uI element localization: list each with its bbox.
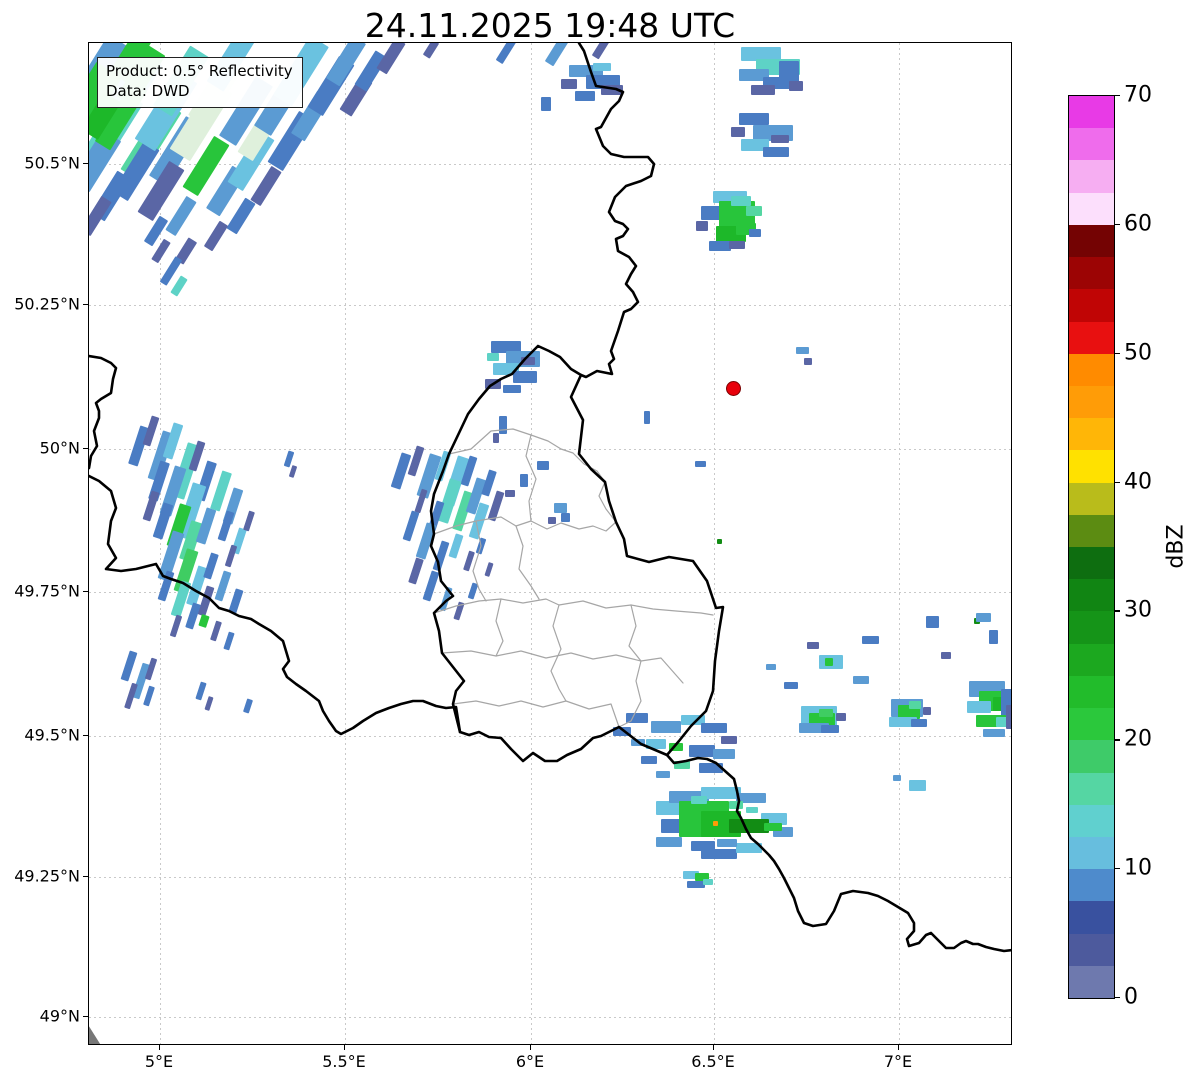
country-border xyxy=(665,753,1011,953)
country-border xyxy=(89,474,462,736)
colorbar-segment xyxy=(1069,868,1114,902)
colorbar-segment xyxy=(1069,675,1114,709)
colorbar-segment xyxy=(1069,514,1114,547)
colorbar-tick-label: 40 xyxy=(1124,469,1152,495)
y-axis-tick-label: 49.25°N xyxy=(14,866,80,886)
admin-border xyxy=(472,520,487,602)
admin-border xyxy=(495,598,504,657)
colorbar-tick-label: 0 xyxy=(1124,984,1138,1010)
admin-border xyxy=(515,525,540,600)
y-axis-tick-label: 49°N xyxy=(39,1006,80,1026)
border-lines xyxy=(89,43,1011,1044)
colorbar-segment xyxy=(1069,707,1114,741)
colorbar-segment xyxy=(1069,546,1114,580)
colorbar-tick xyxy=(1114,95,1120,97)
colorbar-tick xyxy=(1114,868,1120,870)
admin-border xyxy=(433,516,617,535)
colorbar-tick xyxy=(1114,223,1120,226)
x-axis-tick-label: 6.5°E xyxy=(691,1052,735,1071)
colorbar-tick-label: 70 xyxy=(1124,82,1152,108)
country-border xyxy=(577,43,656,379)
colorbar-tick xyxy=(1114,997,1120,999)
colorbar-segment xyxy=(1069,643,1114,676)
x-axis-tick-label: 6°E xyxy=(515,1052,545,1071)
country-border xyxy=(429,344,725,763)
y-axis-tick xyxy=(83,735,88,737)
colorbar-segment xyxy=(1069,933,1114,966)
admin-border xyxy=(452,700,620,728)
x-axis-tick xyxy=(530,1045,532,1050)
colorbar-segment xyxy=(1069,192,1114,225)
x-axis-tick xyxy=(344,1045,346,1050)
y-axis-tick-label: 50.5°N xyxy=(24,153,80,173)
colorbar-tick-label: 50 xyxy=(1124,340,1152,366)
colorbar-segment xyxy=(1069,224,1114,258)
y-axis-tick xyxy=(83,876,88,878)
x-axis-tick-label: 5°E xyxy=(144,1052,174,1071)
colorbar-segment xyxy=(1069,417,1114,451)
admin-border xyxy=(550,604,567,702)
colorbar-tick-label: 20 xyxy=(1124,726,1152,752)
x-axis-tick-label: 7°E xyxy=(883,1052,913,1071)
map-plot-area xyxy=(88,42,1012,1045)
y-axis-tick xyxy=(83,163,88,165)
x-axis-tick xyxy=(159,1045,161,1050)
colorbar-tick-label: 30 xyxy=(1124,597,1152,623)
colorbar-tick-label: 10 xyxy=(1124,855,1152,881)
colorbar-segment xyxy=(1069,900,1114,934)
colorbar-segment xyxy=(1069,353,1114,386)
x-axis-tick xyxy=(713,1045,715,1050)
colorbar-segment xyxy=(1069,288,1114,322)
y-axis-tick-label: 49.5°N xyxy=(24,725,80,745)
admin-border xyxy=(433,598,714,616)
colorbar-segment xyxy=(1069,159,1114,193)
y-axis-tick xyxy=(83,304,88,306)
y-axis-tick-label: 50°N xyxy=(39,438,80,458)
colorbar xyxy=(1068,95,1115,999)
product-info-line2: Data: DWD xyxy=(106,81,190,100)
radar-site-marker xyxy=(725,380,741,396)
colorbar-segment xyxy=(1069,321,1114,354)
colorbar-segment xyxy=(1069,482,1114,515)
colorbar-segment xyxy=(1069,385,1114,419)
y-axis-tick-label: 50.25°N xyxy=(14,294,80,314)
colorbar-tick-label: 60 xyxy=(1124,211,1152,237)
x-axis-tick xyxy=(898,1045,900,1050)
y-axis-tick xyxy=(83,448,88,450)
colorbar-tick xyxy=(1114,481,1120,483)
colorbar-segment xyxy=(1069,449,1114,483)
y-axis-tick xyxy=(83,591,88,593)
x-axis-tick-label: 5.5°E xyxy=(322,1052,366,1071)
colorbar-segment xyxy=(1069,739,1114,773)
product-info-line1: Product: 0.5° Reflectivity xyxy=(106,62,293,80)
admin-border xyxy=(441,650,684,684)
colorbar-segment xyxy=(1069,772,1114,805)
y-axis-tick-label: 49.75°N xyxy=(14,581,80,601)
admin-border xyxy=(525,434,537,522)
colorbar-segment xyxy=(1069,127,1114,161)
colorbar-axis-label: dBZ xyxy=(1163,524,1189,569)
colorbar-segment xyxy=(1069,578,1114,612)
figure-title: 24.11.2025 19:48 UTC xyxy=(364,6,736,45)
colorbar-segment xyxy=(1069,256,1114,290)
corner-artifact xyxy=(89,1026,101,1044)
radar-map-figure: 24.11.2025 19:48 UTC Product: 0.5° Refle… xyxy=(0,0,1202,1081)
colorbar-tick xyxy=(1114,739,1120,741)
product-info-box: Product: 0.5° Reflectivity Data: DWD xyxy=(97,57,303,108)
colorbar-tick xyxy=(1114,352,1120,354)
colorbar-segment xyxy=(1069,95,1114,129)
colorbar-segment xyxy=(1069,965,1114,998)
colorbar-segment xyxy=(1069,610,1114,644)
admin-border xyxy=(618,604,642,728)
country-border xyxy=(89,354,118,470)
y-axis-tick xyxy=(83,1016,88,1018)
colorbar-tick xyxy=(1114,610,1120,612)
colorbar-segment xyxy=(1069,804,1114,837)
colorbar-segment xyxy=(1069,836,1114,870)
